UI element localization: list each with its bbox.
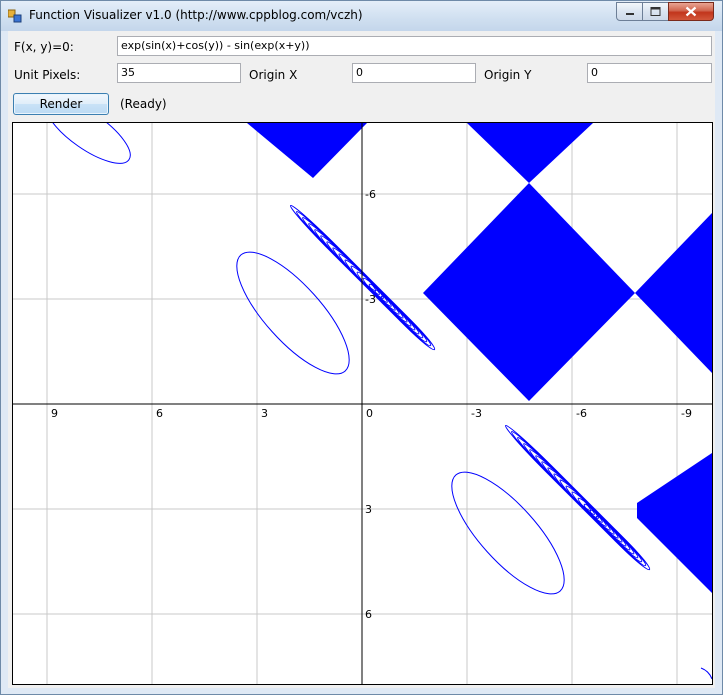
render-button[interactable]: Render <box>13 93 109 115</box>
function-label: F(x, y)=0: <box>14 40 74 54</box>
y-tick-label: -6 <box>365 188 376 201</box>
curve-loop <box>362 277 424 339</box>
filled-region <box>423 183 635 401</box>
filled-region <box>637 453 712 593</box>
maximize-button[interactable] <box>642 2 669 21</box>
x-tick-label: -9 <box>681 407 692 420</box>
filled-region <box>467 123 593 183</box>
title-bar[interactable]: Function Visualizer v1.0 (http://www.cpp… <box>1 1 722 31</box>
x-tick-label: 3 <box>261 407 268 420</box>
curve-loop <box>296 211 380 295</box>
close-button[interactable] <box>668 2 714 21</box>
filled-region <box>247 123 367 178</box>
app-icon <box>8 9 22 23</box>
curve-loop <box>577 497 639 559</box>
maximize-icon <box>650 7 661 16</box>
curve-loop <box>236 251 350 375</box>
curve-loop <box>517 437 599 519</box>
origin-y-label: Origin Y <box>484 68 532 82</box>
status-text: (Ready) <box>120 97 167 111</box>
curve-loop <box>451 471 565 595</box>
origin-x-label: Origin X <box>249 68 298 82</box>
curve-loop <box>45 123 131 164</box>
curve-loop <box>583 503 643 563</box>
curve-loop <box>571 491 635 555</box>
x-tick-label: -6 <box>576 407 587 420</box>
close-icon <box>685 6 697 17</box>
x-tick-label: -3 <box>471 407 482 420</box>
curve-loop <box>523 443 603 523</box>
curve-loop <box>547 467 619 539</box>
curve-loop <box>302 217 384 299</box>
x-tick-label: 9 <box>51 407 58 420</box>
plot-svg: 9 6 3 0 -3 -6 -9 -6 -3 3 6 <box>13 123 712 684</box>
origin-y-input[interactable]: 0 <box>587 63 712 83</box>
minimize-button[interactable] <box>616 2 643 21</box>
plot-canvas[interactable]: 9 6 3 0 -3 -6 -9 -6 -3 3 6 <box>12 122 713 685</box>
curve-lines <box>45 123 712 680</box>
y-tick-label: -3 <box>365 293 376 306</box>
minimize-icon <box>625 12 634 15</box>
curve-loop <box>700 667 712 680</box>
origin-x-input[interactable]: 0 <box>352 63 476 83</box>
curve-loop <box>535 455 611 531</box>
curve-loop <box>308 223 388 303</box>
y-tick-label: 6 <box>365 608 372 621</box>
client-area: F(x, y)=0: exp(sin(x)+cos(y)) - sin(exp(… <box>8 31 715 688</box>
filled-region <box>635 213 712 373</box>
curve-loop <box>320 235 396 311</box>
y-tick-label: 3 <box>365 503 372 516</box>
curve-loop <box>511 431 595 515</box>
axes <box>13 123 712 684</box>
x-tick-label: 0 <box>366 407 373 420</box>
x-tick-label: 6 <box>156 407 163 420</box>
unit-pixels-label: Unit Pixels: <box>14 68 81 82</box>
app-window: Function Visualizer v1.0 (http://www.cpp… <box>0 0 723 695</box>
function-input[interactable]: exp(sin(x)+cos(y)) - sin(exp(x+y)) <box>117 36 712 56</box>
unit-pixels-input[interactable]: 35 <box>117 63 241 83</box>
curve-loop <box>368 283 428 343</box>
curve-loop <box>332 247 404 319</box>
window-title: Function Visualizer v1.0 (http://www.cpp… <box>29 8 363 22</box>
